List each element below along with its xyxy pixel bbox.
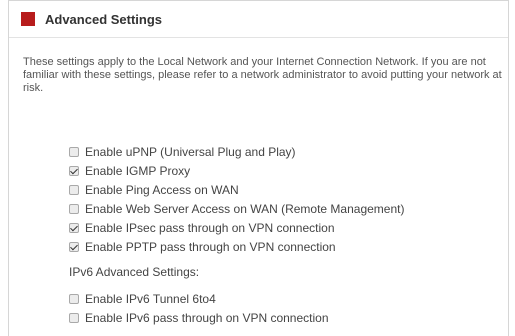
header-marker-icon (21, 12, 35, 26)
advanced-settings-panel: Advanced Settings These settings apply t… (8, 0, 509, 336)
ipv6-options-list: Enable IPv6 Tunnel 6to4 Enable IPv6 pass… (69, 289, 329, 327)
option-upnp[interactable]: Enable uPNP (Universal Plug and Play) (69, 142, 404, 161)
general-options-list: Enable uPNP (Universal Plug and Play) En… (69, 142, 404, 256)
upnp-checkbox[interactable] (69, 146, 79, 157)
web-server-access-checkbox[interactable] (69, 203, 79, 214)
ipv6-tunnel-checkbox[interactable] (69, 293, 79, 304)
panel-title: Advanced Settings (45, 11, 163, 27)
option-ping-access-wan[interactable]: Enable Ping Access on WAN (69, 180, 404, 199)
option-label: Enable Web Server Access on WAN (Remote … (85, 201, 405, 216)
option-label: Enable IPv6 Tunnel 6to4 (85, 291, 216, 306)
ipv6-pass-through-checkbox[interactable] (69, 312, 79, 323)
ipv6-section-label: IPv6 Advanced Settings: (69, 265, 200, 279)
pptp-checkbox[interactable] (69, 241, 79, 252)
ipsec-checkbox[interactable] (69, 222, 79, 233)
option-label: Enable PPTP pass through on VPN connecti… (85, 239, 336, 254)
panel-header: Advanced Settings (21, 11, 162, 27)
option-label: Enable IPsec pass through on VPN connect… (85, 220, 335, 235)
option-web-server-access-wan[interactable]: Enable Web Server Access on WAN (Remote … (69, 199, 404, 218)
settings-description: These settings apply to the Local Networ… (23, 56, 502, 94)
option-label: Enable IGMP Proxy (85, 163, 191, 178)
option-label: Enable uPNP (Universal Plug and Play) (85, 144, 296, 159)
option-ipsec-pass-through[interactable]: Enable IPsec pass through on VPN connect… (69, 218, 404, 237)
option-pptp-pass-through[interactable]: Enable PPTP pass through on VPN connecti… (69, 237, 404, 256)
option-ipv6-pass-through-vpn[interactable]: Enable IPv6 pass through on VPN connecti… (69, 308, 329, 327)
option-label: Enable IPv6 pass through on VPN connecti… (85, 310, 329, 325)
option-igmp-proxy[interactable]: Enable IGMP Proxy (69, 161, 404, 180)
header-divider (9, 37, 508, 38)
option-ipv6-tunnel-6to4[interactable]: Enable IPv6 Tunnel 6to4 (69, 289, 329, 308)
igmp-proxy-checkbox[interactable] (69, 165, 79, 176)
ping-access-checkbox[interactable] (69, 184, 79, 195)
option-label: Enable Ping Access on WAN (85, 182, 239, 197)
